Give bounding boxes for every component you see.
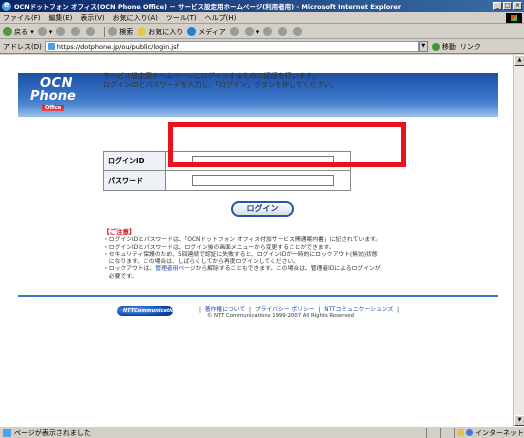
window-title: OCNドットフォン オフィス(OCN Phone Office) － サービス設… [14, 3, 402, 11]
media-button[interactable]: メディア [187, 27, 226, 37]
go-arrow-icon [431, 42, 440, 51]
notes-title: 【ご注意】 [103, 228, 136, 236]
refresh-icon [71, 27, 81, 36]
menu-edit[interactable]: 編集(E) [49, 13, 73, 23]
vertical-scrollbar[interactable]: ▲ ▼ [513, 55, 524, 426]
footer-divider [18, 295, 498, 297]
scroll-down-button[interactable]: ▼ [514, 415, 524, 426]
menu-view[interactable]: 表示(V) [80, 13, 104, 23]
window-controls: _ □ × [493, 2, 522, 10]
password-label: パスワード [104, 171, 166, 190]
forward-arrow-icon [37, 27, 47, 36]
toolbar-divider [104, 26, 106, 37]
login-button[interactable]: ログイン [231, 201, 294, 217]
status-pane [426, 427, 440, 438]
home-button[interactable] [86, 27, 97, 36]
discuss-button[interactable] [293, 27, 304, 36]
menu-tools[interactable]: ツール(T) [166, 13, 197, 23]
note-item-lockout: ・ロックアウトは、管理者用ページから解除することもできます。この場合は、管理者I… [103, 266, 473, 273]
search-button[interactable]: 検索 [108, 27, 133, 37]
note-lockout-post: から解除することもできます。この場合は、管理者IDによるログインが [195, 266, 381, 273]
note-item: ・ログインIDとパスワードは、「OCNドットフォン オフィス付加サービス開通案内… [103, 237, 382, 244]
address-dropdown-button[interactable]: ▼ [418, 41, 428, 52]
page-done-icon [3, 428, 11, 437]
search-label: 検索 [119, 27, 134, 36]
go-label: 移動 [441, 42, 456, 51]
address-input[interactable]: https://dotphone.jp/ou/public/login.jsf [44, 41, 419, 52]
logo-phone: Phone [30, 89, 76, 104]
close-button[interactable]: × [513, 2, 522, 10]
maximize-button[interactable]: □ [503, 2, 512, 10]
highlight-box [168, 122, 406, 167]
back-label: 戻る [14, 27, 28, 36]
media-label: メディア [198, 27, 226, 36]
refresh-button[interactable] [71, 27, 82, 36]
toolbar: 戻る ▾ ▾ 検索 お気に入り メディア ▾ [0, 25, 524, 39]
edit-icon [278, 27, 288, 36]
status-text: ページが表示されました [14, 428, 91, 437]
print-button[interactable] [263, 27, 274, 36]
address-label: アドレス(D) [3, 42, 42, 51]
page-icon [47, 43, 55, 50]
forward-button[interactable]: ▾ [37, 27, 52, 36]
edit-button[interactable] [278, 27, 289, 36]
stop-button[interactable] [56, 27, 67, 36]
favorites-label: お気に入り [148, 27, 184, 36]
back-button[interactable]: 戻る ▾ [3, 27, 34, 37]
zone-label: インターネット [475, 428, 524, 437]
mail-button[interactable]: ▾ [244, 27, 259, 36]
password-row: パスワード [104, 171, 350, 190]
logo-office-badge: Office [42, 105, 65, 111]
login-id-label: ログインID [104, 152, 166, 170]
address-bar: アドレス(D) https://dotphone.jp/ou/public/lo… [0, 40, 524, 54]
star-icon [137, 27, 147, 36]
ntt-communications-logo: NTTCommunications [117, 306, 181, 316]
favorites-button[interactable]: お気に入り [137, 27, 183, 37]
print-icon [263, 27, 273, 36]
menu-help[interactable]: ヘルプ(H) [205, 13, 237, 23]
menu-file[interactable]: ファイル(F) [3, 13, 41, 23]
status-pane [440, 427, 454, 438]
media-icon [187, 27, 197, 36]
windows-logo-icon [506, 13, 522, 23]
go-button[interactable]: 移動 [431, 42, 456, 52]
intro-line-1: サービス設定用ホームページにログインするための認証を行います。 [103, 72, 319, 80]
admin-page-link[interactable]: 管理者用ページ [155, 266, 195, 272]
address-url: https://dotphone.jp/ou/public/login.jsf [56, 42, 179, 51]
footer-pipe: | [199, 307, 201, 313]
title-bar: OCNドットフォン オフィス(OCN Phone Office) － サービス設… [0, 0, 524, 12]
stop-icon [56, 27, 66, 36]
discuss-icon [293, 27, 303, 36]
home-icon [86, 27, 96, 36]
search-icon [108, 27, 118, 36]
back-arrow-icon [3, 27, 12, 36]
mail-icon [244, 27, 254, 36]
footer-links: | 著作権について | プライバシー ポリシー | NTTコミュニケーションズ … [197, 304, 401, 313]
ie-icon [2, 0, 11, 11]
links-button[interactable]: リンク [460, 42, 481, 52]
intro-line-2: ログインIDとパスワードを入力し、「ログイン」ボタンを押してください。 [103, 81, 338, 89]
lock-icon [457, 429, 464, 436]
password-input[interactable] [192, 175, 334, 186]
ocn-phone-office-logo: OCN Phone Office [30, 77, 76, 111]
globe-icon [466, 429, 473, 436]
copyright-text: © NTT Communications 1999-2007 All Right… [207, 313, 355, 319]
history-icon [229, 27, 239, 36]
scroll-up-button[interactable]: ▲ [514, 55, 524, 66]
history-button[interactable] [229, 27, 241, 36]
footer-pipe: | [397, 307, 400, 313]
menu-favorites[interactable]: お気に入り(A) [113, 13, 158, 23]
menu-bar: ファイル(F) 編集(E) 表示(V) お気に入り(A) ツール(T) ヘルプ(… [0, 12, 524, 24]
intro-text: サービス設定用ホームページにログインするための認証を行います。 ログインIDとパ… [103, 72, 338, 90]
status-bar: ページが表示されました インターネット [0, 426, 524, 438]
note-item: 必要です。 [103, 273, 138, 280]
security-zone: インターネット [454, 427, 524, 438]
notes-section: 【ご注意】 ・ログインIDとパスワードは、「OCNドットフォン オフィス付加サー… [103, 228, 473, 281]
note-item: ・ログインIDとパスワードは、ログイン後の画面メニューから変更することができます… [103, 244, 335, 251]
minimize-button[interactable]: _ [493, 2, 502, 10]
note-lockout-pre: ・ロックアウトは、 [103, 266, 156, 273]
